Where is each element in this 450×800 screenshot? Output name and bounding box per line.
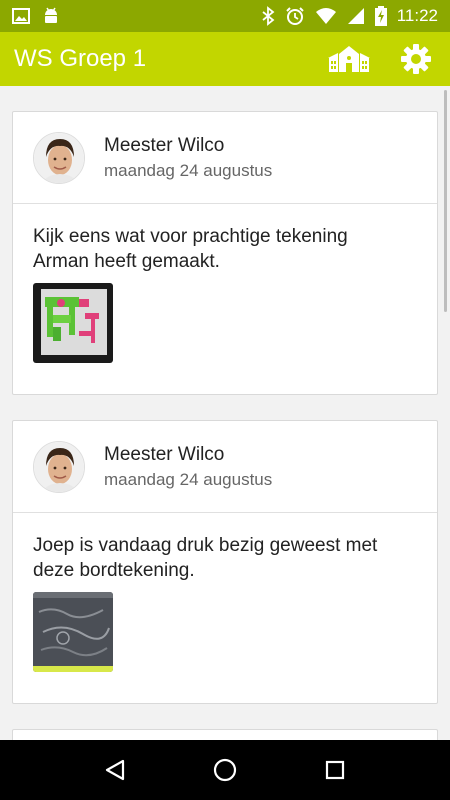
image-notification-icon <box>12 7 30 25</box>
post-author: Meester Wilco <box>104 134 225 156</box>
back-button[interactable] <box>85 740 145 800</box>
status-time: 11:22 <box>396 6 438 25</box>
post-card[interactable] <box>12 729 438 740</box>
gear-icon <box>401 44 431 74</box>
post-image[interactable] <box>33 283 113 363</box>
signal-icon <box>347 7 365 25</box>
wifi-icon <box>315 7 337 25</box>
post-author: Meester Wilco <box>104 443 225 465</box>
post-text: Joep is vandaag druk bezig geweest met d… <box>33 535 378 581</box>
back-icon <box>105 759 125 781</box>
post-header: Meester Wilco maandag 24 augustus <box>13 112 437 204</box>
scrollbar[interactable] <box>444 90 447 312</box>
post-image[interactable] <box>33 592 113 672</box>
app-title: WS Groep 1 <box>14 45 147 72</box>
post-date: maandag 24 augustus <box>104 469 273 489</box>
news-feed[interactable]: Meester Wilco maandag 24 augustus Kijk e… <box>0 86 450 740</box>
settings-button[interactable] <box>400 43 432 75</box>
app-bar: WS Groep 1 <box>0 32 450 86</box>
recents-icon <box>325 760 345 780</box>
alarm-icon <box>285 6 305 26</box>
recents-button[interactable] <box>305 740 365 800</box>
post-card[interactable]: Meester Wilco maandag 24 augustus Joep i… <box>12 420 438 704</box>
post-header: Meester Wilco maandag 24 augustus <box>13 421 437 513</box>
status-bar: 11:22 <box>0 0 450 32</box>
avatar <box>33 131 85 184</box>
school-button[interactable] <box>328 44 370 74</box>
post-date: maandag 24 augustus <box>104 160 273 180</box>
school-icon <box>328 46 370 72</box>
post-text: Kijk eens wat voor prachtige tekening Ar… <box>33 226 348 272</box>
navigation-bar <box>0 740 450 800</box>
android-notification-icon <box>42 6 60 26</box>
avatar <box>33 440 85 493</box>
bluetooth-icon <box>261 6 275 26</box>
home-button[interactable] <box>195 740 255 800</box>
battery-charging-icon <box>374 6 387 26</box>
home-icon <box>213 758 237 782</box>
post-card[interactable]: Meester Wilco maandag 24 augustus Kijk e… <box>12 111 438 395</box>
